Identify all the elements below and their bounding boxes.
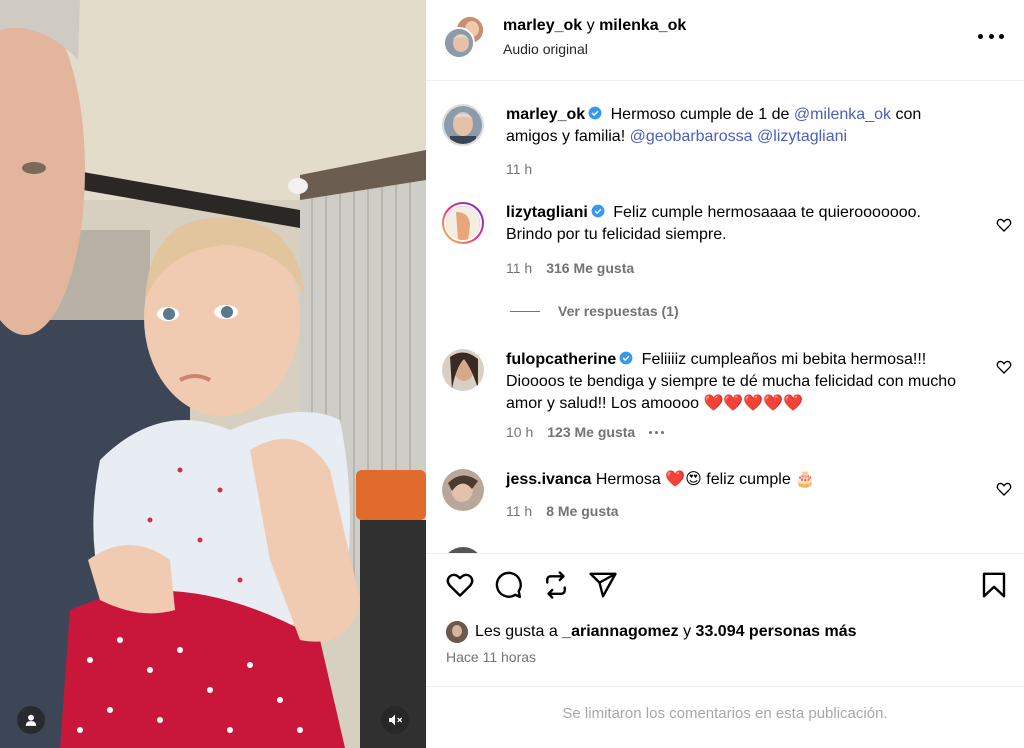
comment-username[interactable]: fulopcatherine — [506, 351, 616, 368]
comment-body: Hermosa ❤️😍 feliz cumple 🎂 — [591, 471, 816, 488]
post-header: marley_ok y milenka_ok Audio original — [426, 0, 1024, 81]
liker-username[interactable]: _ariannagomez — [562, 623, 678, 641]
likes-middle: y — [678, 623, 696, 640]
post-panel: marley_ok y milenka_ok Audio original ma… — [426, 0, 1024, 748]
user-tag-button[interactable] — [17, 706, 45, 734]
comment-text: fulopcatherine Feliiiiz cumpleaños mi be… — [506, 349, 961, 415]
avatar[interactable] — [442, 349, 484, 391]
audio-label[interactable]: Audio original — [503, 41, 588, 57]
verified-icon — [588, 106, 602, 120]
caption-text: marley_ok Hermoso cumple de 1 de @milenk… — [506, 104, 961, 148]
caption-username[interactable]: marley_ok — [506, 106, 585, 123]
collab-title: marley_ok y milenka_ok — [503, 17, 686, 35]
comment-icon[interactable] — [493, 570, 523, 600]
header-user1[interactable]: marley_ok — [503, 17, 582, 34]
post-time-ago[interactable]: Hace 11 horas — [446, 649, 536, 665]
collab-avatars[interactable] — [443, 15, 489, 61]
timestamp[interactable]: 11 h — [506, 503, 532, 519]
share-icon[interactable] — [588, 570, 618, 600]
verified-icon — [591, 204, 605, 218]
user-tag-icon — [25, 714, 37, 726]
caption-meta: 11 h — [506, 161, 532, 177]
comment-likes[interactable]: 123 Me gusta — [547, 424, 635, 440]
avatar[interactable] — [442, 104, 484, 146]
comment-likes[interactable]: 8 Me gusta — [546, 503, 618, 519]
comment-likes[interactable]: 316 Me gusta — [546, 260, 634, 276]
comment-meta: 11 h 316 Me gusta — [506, 260, 634, 276]
avatar[interactable] — [442, 202, 484, 244]
comment-meta: 11 h 8 Me gusta — [506, 503, 619, 519]
timestamp[interactable]: 11 h — [506, 260, 532, 276]
more-icon — [978, 33, 983, 39]
like-comment-heart-icon[interactable] — [996, 217, 1012, 233]
mention-link[interactable]: @milenka_ok — [794, 106, 891, 123]
mute-button[interactable] — [381, 706, 409, 734]
like-comment-heart-icon[interactable] — [996, 359, 1012, 375]
likes-count[interactable]: 33.094 personas más — [696, 623, 857, 641]
header-conjunction: y — [586, 17, 595, 34]
comment-text: lizytagliani Feliz cumple hermosaaaa te … — [506, 202, 961, 246]
caption-body: Hermoso cumple de 1 de — [606, 106, 794, 123]
comment-text: jess.ivanca Hermosa ❤️😍 feliz cumple 🎂 — [506, 469, 961, 491]
comment-meta: 10 h 123 Me gusta — [506, 424, 665, 440]
replies-divider — [510, 310, 540, 312]
post-photo — [0, 0, 426, 748]
timestamp[interactable]: 11 h — [506, 161, 532, 177]
comment-username[interactable]: jess.ivanca — [506, 471, 591, 488]
comments-limited-notice: Se limitaron los comentarios en esta pub… — [562, 705, 888, 722]
avatar[interactable] — [442, 469, 484, 511]
heart-icon[interactable] — [445, 570, 475, 600]
repost-icon[interactable] — [541, 570, 571, 600]
comments-list[interactable]: marley_ok Hermoso cumple de 1 de @milenk… — [426, 81, 1024, 553]
mention-link[interactable]: @geobarbarossa — [630, 128, 753, 145]
mention-link[interactable]: @lizytagliani — [757, 128, 847, 145]
liker-avatar[interactable] — [446, 621, 468, 643]
likes-prefix: Les gusta a — [475, 623, 563, 640]
view-replies-label: Ver respuestas (1) — [558, 303, 679, 319]
bookmark-icon[interactable] — [979, 570, 1009, 600]
post-media[interactable] — [0, 0, 426, 748]
timestamp[interactable]: 10 h — [506, 424, 533, 440]
mute-icon — [389, 714, 403, 726]
avatar-marley[interactable] — [443, 27, 475, 59]
likes-summary[interactable]: Les gusta a _ariannagomez y 33.094 perso… — [446, 621, 857, 643]
verified-icon — [619, 351, 633, 365]
post-actions: Les gusta a _ariannagomez y 33.094 perso… — [426, 553, 1024, 687]
more-options-button[interactable] — [978, 26, 1004, 46]
header-user2[interactable]: milenka_ok — [599, 17, 686, 34]
view-replies-button[interactable]: Ver respuestas (1) — [510, 303, 679, 319]
comment-options-icon[interactable] — [649, 430, 665, 434]
like-comment-heart-icon[interactable] — [996, 481, 1012, 497]
comment-username[interactable]: lizytagliani — [506, 204, 588, 221]
